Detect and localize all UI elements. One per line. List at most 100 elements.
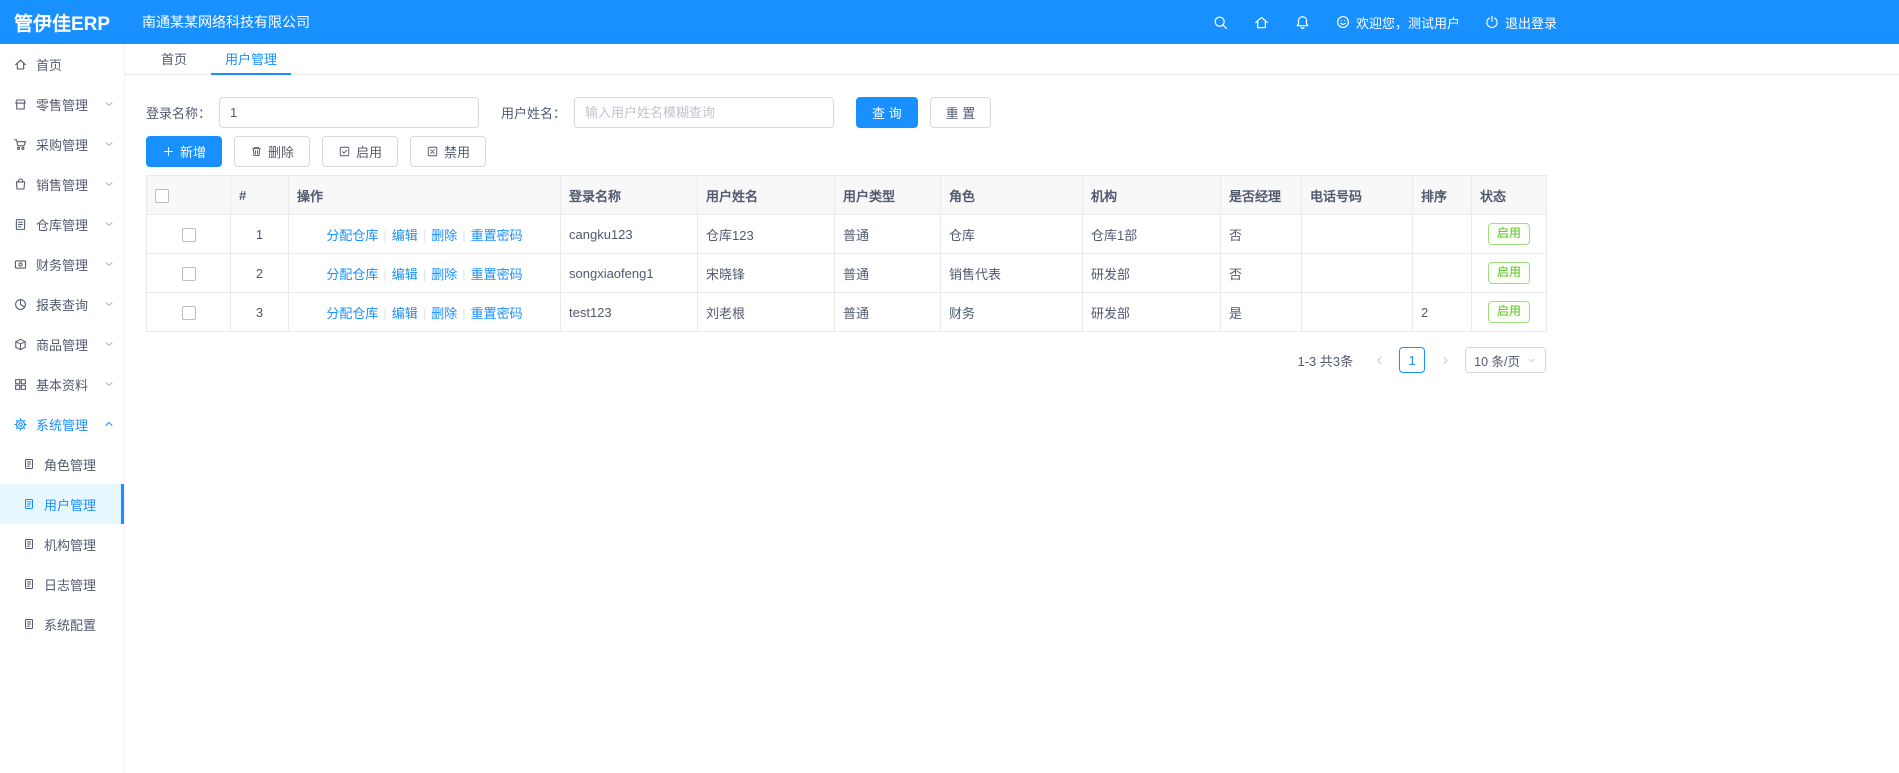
delete-link[interactable]: 删除	[431, 267, 457, 282]
edit-link[interactable]: 编辑	[392, 267, 418, 282]
sidebar-item-label: 系统管理	[36, 417, 89, 433]
sidebar-item-role-management[interactable]: 角色管理	[0, 444, 124, 484]
assign-warehouse-link[interactable]: 分配仓库	[326, 228, 378, 243]
tab-user-management[interactable]: 用户管理	[211, 44, 292, 75]
sidebar-item-org-management[interactable]: 机构管理	[0, 524, 124, 564]
sidebar-item-retail[interactable]: 零售管理	[0, 84, 124, 124]
user-name-label: 用户姓名：	[501, 106, 567, 121]
reset-button[interactable]: 重 置	[929, 97, 992, 128]
col-header-sort: 排序	[1412, 175, 1472, 215]
cell-index: 3	[230, 292, 289, 332]
search-icon[interactable]	[1212, 14, 1229, 31]
row-checkbox[interactable]	[181, 266, 196, 281]
power-icon	[1484, 14, 1500, 30]
chevron-up-icon	[102, 417, 116, 431]
login-name-input[interactable]	[219, 97, 480, 128]
status-badge[interactable]: 启用	[1487, 223, 1530, 245]
enable-button[interactable]: 启用	[322, 136, 399, 167]
page-size-value: 10 条/页	[1474, 354, 1520, 369]
sidebar-item-label: 日志管理	[44, 577, 97, 593]
col-header-is-manager: 是否经理	[1220, 175, 1302, 215]
sidebar-item-user-management[interactable]: 用户管理	[0, 484, 124, 524]
delete-link[interactable]: 删除	[431, 228, 457, 243]
app-logo[interactable]: 管伊佳ERP	[0, 9, 126, 36]
sidebar-item-label: 仓库管理	[36, 217, 89, 233]
next-page-button[interactable]	[1433, 347, 1457, 373]
sidebar-item-sales[interactable]: 销售管理	[0, 164, 124, 204]
sidebar-item-label: 基本资料	[36, 377, 89, 393]
document-icon	[22, 537, 36, 551]
reset-password-link[interactable]: 重置密码	[471, 267, 523, 282]
check-square-icon	[338, 145, 351, 158]
assign-warehouse-link[interactable]: 分配仓库	[326, 267, 378, 282]
cell-login-name: cangku123	[560, 214, 698, 254]
document-icon	[22, 577, 36, 591]
user-name-input[interactable]	[574, 97, 835, 128]
logout-button[interactable]: 退出登录	[1484, 13, 1557, 32]
cell-user-name: 刘老根	[697, 292, 835, 332]
box-icon	[13, 337, 28, 352]
search-button[interactable]: 查 询	[856, 97, 918, 128]
select-all-checkbox[interactable]	[155, 188, 169, 203]
sidebar-item-reports[interactable]: 报表查询	[0, 284, 124, 324]
document-icon	[13, 217, 28, 232]
login-name-label: 登录名称：	[146, 106, 212, 121]
bell-icon[interactable]	[1294, 14, 1311, 31]
sidebar-item-system-config[interactable]: 系统配置	[0, 604, 124, 644]
sidebar-item-label: 系统配置	[44, 617, 97, 633]
edit-link[interactable]: 编辑	[392, 228, 418, 243]
pagination-total: 1-3 共3条	[1297, 353, 1354, 369]
home-icon	[13, 57, 28, 72]
cell-is-manager: 是	[1220, 292, 1302, 332]
assign-warehouse-link[interactable]: 分配仓库	[326, 306, 378, 321]
sidebar-item-label: 采购管理	[36, 137, 89, 153]
page-size-select[interactable]: 10 条/页	[1465, 347, 1546, 373]
sidebar-item-purchase[interactable]: 采购管理	[0, 124, 124, 164]
cell-phone	[1301, 253, 1413, 293]
sidebar-item-system[interactable]: 系统管理	[0, 404, 124, 444]
sidebar-item-home[interactable]: 首页	[0, 44, 124, 84]
current-page-button[interactable]: 1	[1399, 347, 1426, 373]
cell-login-name: test123	[560, 292, 698, 332]
delete-button[interactable]: 删除	[234, 136, 311, 167]
col-header-status: 状态	[1471, 175, 1547, 215]
cell-org: 研发部	[1082, 253, 1221, 293]
sidebar-item-log-management[interactable]: 日志管理	[0, 564, 124, 604]
chevron-down-icon	[102, 97, 116, 111]
cell-phone	[1301, 292, 1413, 332]
sidebar: 首页 零售管理 采购管理 销售管理 仓库管理 财务管理 报表查询 商品管理 基本…	[0, 44, 125, 773]
user-menu[interactable]: 欢迎您，测试用户	[1335, 13, 1460, 32]
sidebar-item-warehouse[interactable]: 仓库管理	[0, 204, 124, 244]
sidebar-item-label: 零售管理	[36, 97, 89, 113]
home-icon[interactable]	[1253, 14, 1270, 31]
cell-is-manager: 否	[1220, 253, 1302, 293]
plus-icon	[162, 145, 175, 158]
delete-link[interactable]: 删除	[431, 306, 457, 321]
page-content: 登录名称： 用户姓名： 查 询 重 置 新增 删除 启用	[125, 75, 1899, 373]
row-checkbox[interactable]	[181, 227, 196, 242]
disable-button[interactable]: 禁用	[410, 136, 487, 167]
reset-password-link[interactable]: 重置密码	[471, 228, 523, 243]
sidebar-item-label: 用户管理	[44, 497, 97, 513]
sidebar-item-products[interactable]: 商品管理	[0, 324, 124, 364]
status-badge[interactable]: 启用	[1487, 262, 1530, 284]
cell-org: 研发部	[1082, 292, 1221, 332]
sidebar-item-finance[interactable]: 财务管理	[0, 244, 124, 284]
cell-is-manager: 否	[1220, 214, 1302, 254]
disable-button-label: 禁用	[444, 145, 471, 160]
row-checkbox[interactable]	[181, 305, 196, 320]
link-separator: |	[462, 305, 466, 321]
edit-link[interactable]: 编辑	[392, 306, 418, 321]
prev-page-button[interactable]	[1367, 347, 1391, 373]
reset-password-link[interactable]: 重置密码	[471, 306, 523, 321]
sidebar-item-basic-data[interactable]: 基本资料	[0, 364, 124, 404]
link-separator: |	[422, 305, 427, 321]
tab-bar: 首页 用户管理	[125, 44, 1899, 75]
status-badge[interactable]: 启用	[1487, 301, 1530, 323]
sidebar-item-label: 商品管理	[36, 337, 89, 353]
chevron-down-icon	[102, 377, 116, 391]
company-name: 南通某某网络科技有限公司	[142, 14, 310, 30]
cell-index: 2	[230, 253, 289, 293]
tab-home[interactable]: 首页	[147, 44, 201, 75]
add-button[interactable]: 新增	[146, 136, 223, 167]
